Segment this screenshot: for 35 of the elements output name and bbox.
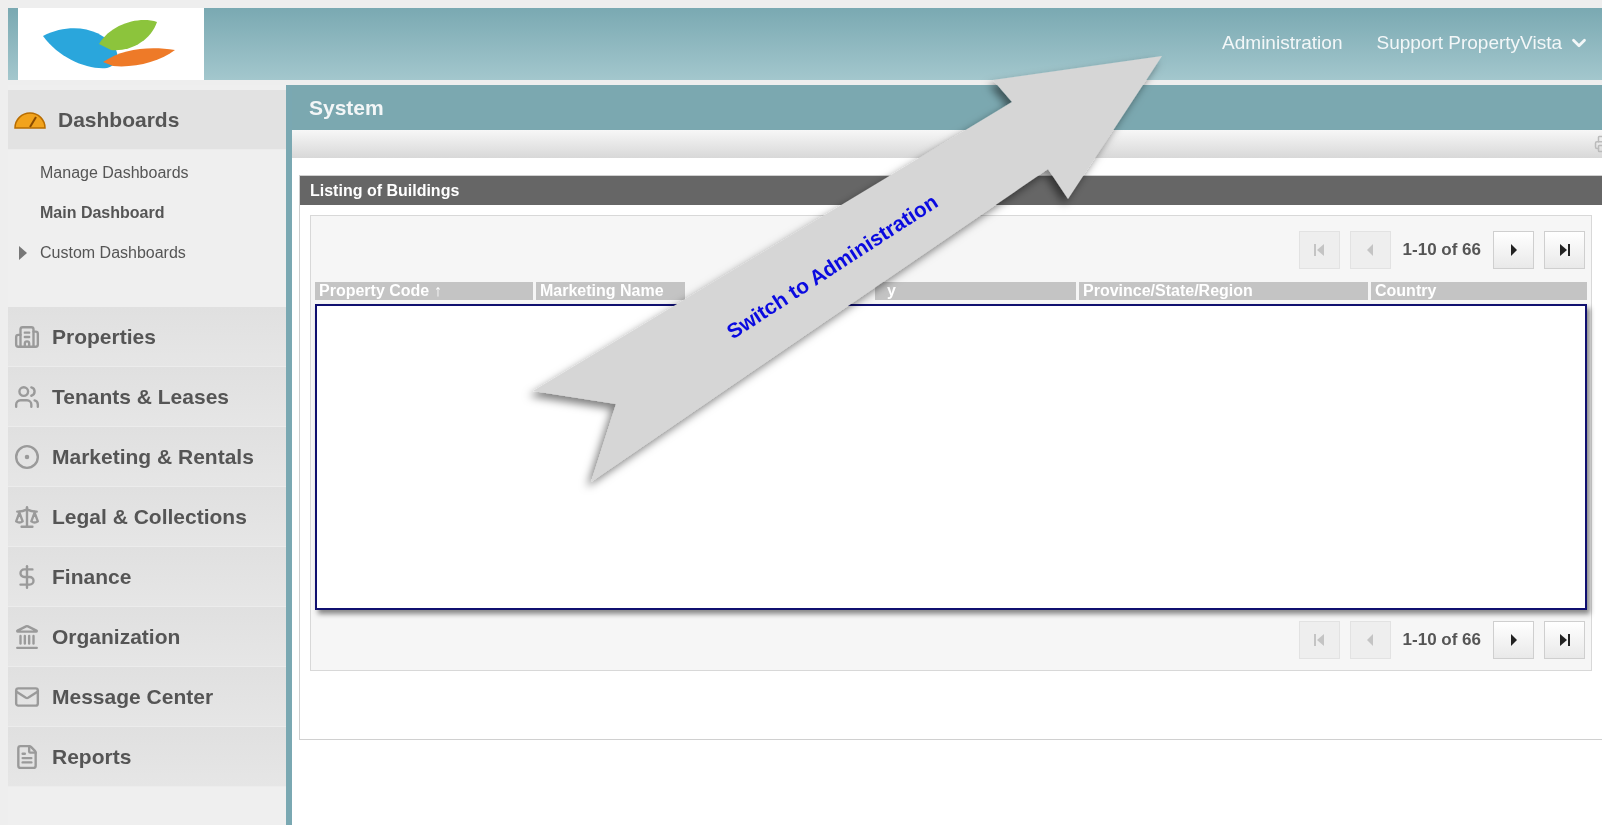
sidebar-item[interactable]: Legal & Collections xyxy=(8,487,286,547)
people-icon xyxy=(14,383,40,410)
sidebar-item[interactable]: Properties xyxy=(8,307,286,367)
last-page-icon xyxy=(1558,243,1571,257)
sidebar-subitem[interactable]: Manage Dashboards xyxy=(8,153,286,193)
document-icon xyxy=(14,743,40,770)
last-page-button[interactable] xyxy=(1544,231,1585,269)
sidebar-subitem[interactable]: Custom Dashboards xyxy=(8,233,286,273)
scales-icon xyxy=(14,503,40,530)
first-page-icon xyxy=(1313,243,1326,257)
sidebar-item[interactable]: Marketing & Rentals xyxy=(8,427,286,487)
first-page-icon xyxy=(1313,633,1326,647)
sidebar-item[interactable]: Tenants & Leases xyxy=(8,367,286,427)
bank-icon xyxy=(14,623,40,650)
last-page-icon xyxy=(1558,633,1571,647)
sidebar-item[interactable]: Finance xyxy=(8,547,286,607)
next-page-button[interactable] xyxy=(1493,621,1534,659)
sidebar-item[interactable]: Message Center xyxy=(8,667,286,727)
gauge-icon xyxy=(14,110,46,129)
page-title: System xyxy=(309,94,384,121)
last-page-button[interactable] xyxy=(1544,621,1585,659)
building-icon xyxy=(14,323,40,350)
prev-page-icon xyxy=(1365,633,1376,647)
page-range: 1-10 of 66 xyxy=(1402,629,1481,652)
page-range: 1-10 of 66 xyxy=(1402,239,1481,262)
next-page-button[interactable] xyxy=(1493,231,1534,269)
target-icon xyxy=(14,443,40,470)
panel-title: Listing of Buildings xyxy=(310,180,460,201)
sidebar-item[interactable]: Dashboards xyxy=(8,90,286,150)
next-page-icon xyxy=(1508,633,1519,647)
sidebar-item[interactable]: Organization xyxy=(8,607,286,667)
sidebar-item[interactable]: Reports xyxy=(8,727,286,787)
next-page-icon xyxy=(1508,243,1519,257)
prev-page-icon xyxy=(1365,243,1376,257)
sidebar-subitem[interactable]: Main Dashboard xyxy=(8,193,286,233)
